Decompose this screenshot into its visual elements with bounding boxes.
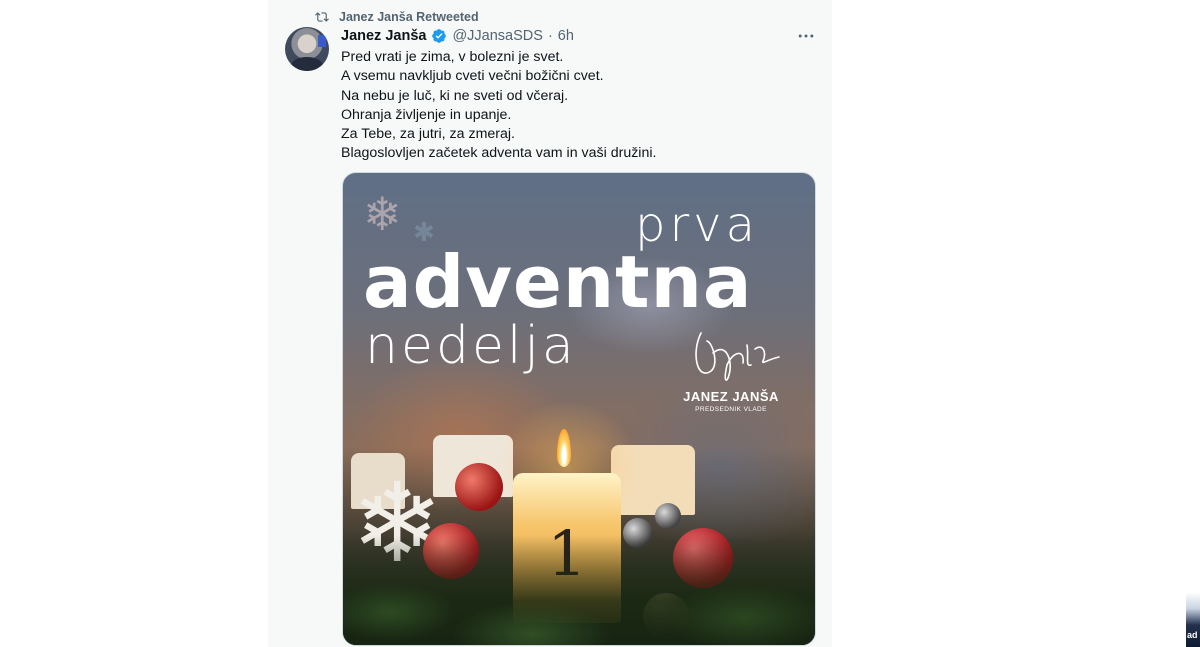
separator: ·: [547, 28, 553, 44]
more-dots-icon[interactable]: [796, 26, 816, 46]
pine-branches: [343, 535, 815, 645]
handwritten-signature: [695, 332, 780, 381]
verified-badge-icon: [432, 29, 447, 43]
retweet-label: Janez Janša Retweeted: [339, 10, 479, 24]
image-text-nedelja: nedelja: [365, 316, 577, 376]
image-text-adventna: adventna: [363, 240, 753, 324]
tweet-card[interactable]: Janez Janša Retweeted Janez Janša @JJans…: [268, 0, 832, 647]
tweet-text-line: A vsemu navkljub cveti večni božični cve…: [341, 68, 604, 85]
red-apple-ornament: [455, 463, 503, 511]
snowflake-icon: ❄: [363, 188, 402, 240]
tweet-text: Pred vrati je zima, v bolezni je svet. A…: [341, 48, 811, 164]
tweet-text-line: Pred vrati je zima, v bolezni je svet.: [341, 49, 564, 65]
right-gutter: [832, 0, 1200, 647]
avatar[interactable]: [285, 27, 329, 71]
left-gutter: [0, 0, 268, 647]
author-handle[interactable]: @JJansaSDS: [452, 28, 542, 44]
tweet-text-line: Blagoslovljen začetek adventa vam in vaš…: [341, 145, 657, 162]
signature-name: JANEZ JANŠA: [683, 389, 779, 404]
timestamp[interactable]: 6h: [558, 28, 574, 44]
author-name[interactable]: Janez Janša: [341, 28, 426, 44]
tweet-text-line: Ohranja življenje in upanje.: [341, 106, 512, 123]
retweet-icon: [315, 12, 329, 22]
tweet-text-line: Na nebu je luč, ki ne sveti od včeraj.: [341, 87, 569, 104]
tweet-text-line: Za Tebe, za jutri, za zmeraj.: [341, 126, 515, 143]
tweet-header: Janez Janša @JJansaSDS · 6h: [341, 26, 574, 46]
edge-thumbnail-text: ad: [1187, 630, 1198, 640]
retweet-context[interactable]: Janez Janša Retweeted: [315, 8, 479, 26]
tweet-media-image[interactable]: ❄ ✱ prva adventna nedelja JANEZ JANŠA PR…: [342, 172, 816, 646]
signature-role: PREDSEDNIK VLADE: [695, 406, 767, 413]
silver-ornament: [655, 503, 681, 529]
